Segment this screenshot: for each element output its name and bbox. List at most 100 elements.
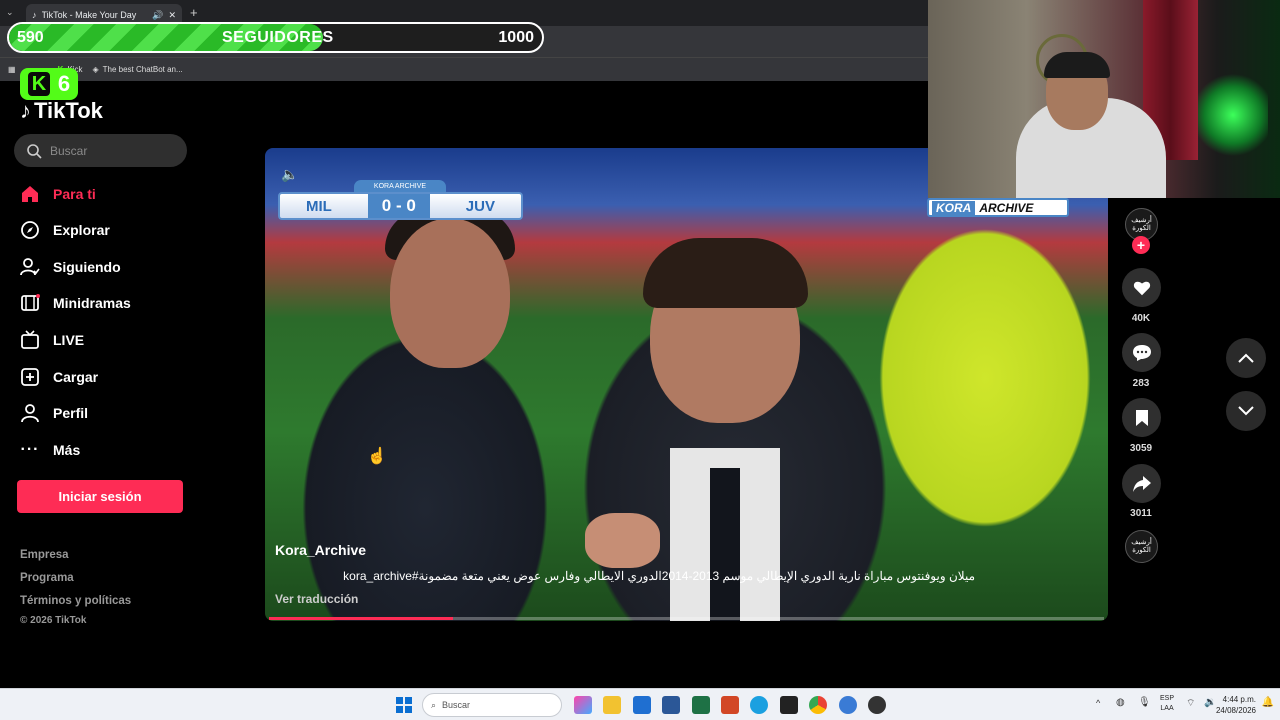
save-button[interactable] xyxy=(1122,398,1161,437)
user-follow-icon xyxy=(20,257,40,277)
comment-count: 283 xyxy=(1132,378,1150,389)
edge-app-icon[interactable] xyxy=(750,696,768,714)
video-frame-shape xyxy=(643,238,808,308)
tab-audio-icon[interactable]: 🔊 xyxy=(152,10,163,21)
tiktok-note-icon: ♪ xyxy=(20,98,31,123)
mouse-cursor-icon: ☝ xyxy=(367,448,387,465)
bookmark-chatbot[interactable]: ◈ The best ChatBot an... xyxy=(92,65,182,74)
tab-close-icon[interactable]: ✕ xyxy=(168,10,176,21)
footer-link-terminos[interactable]: Términos y políticas xyxy=(20,595,131,607)
search-box[interactable] xyxy=(14,134,187,167)
kick-logo-icon: K xyxy=(27,72,50,96)
followers-goal-bar: 590 SEGUIDORES 1000 xyxy=(7,22,544,53)
tiktok-favicon-icon: ♪ xyxy=(32,10,37,20)
nav-label: Perfil xyxy=(53,405,89,421)
share-count: 3011 xyxy=(1130,508,1152,519)
follow-plus-button[interactable]: + xyxy=(1132,236,1150,254)
network-icon[interactable]: ⌔ xyxy=(1186,697,1195,710)
windows-taskbar: ⌕ Buscar ^ ◍ 🎙 ESP LAA ⌔ 🔉 4:44 p.m. 24/… xyxy=(0,688,1280,720)
nav-label: Cargar xyxy=(53,369,99,385)
footer-link-empresa[interactable]: Empresa xyxy=(20,549,69,561)
nav-perfil[interactable]: Perfil xyxy=(20,401,200,425)
video-author[interactable]: Kora_Archive xyxy=(275,542,366,558)
followers-goal: 1000 xyxy=(498,29,534,46)
upload-plus-icon xyxy=(20,367,40,387)
capcut-app-icon[interactable] xyxy=(780,696,798,714)
video-frame-shape xyxy=(585,513,660,568)
keyboard-language[interactable]: ESP LAA xyxy=(1160,694,1174,714)
video-frame-shape xyxy=(710,468,740,621)
kick-badge: K 6 xyxy=(20,68,78,100)
powerpoint-app-icon[interactable] xyxy=(721,696,739,714)
speaker-icon[interactable]: 🔉 xyxy=(1204,697,1216,708)
search-input[interactable] xyxy=(50,143,170,158)
notifications-bell-icon[interactable]: 🔔 xyxy=(1262,697,1274,708)
translate-link[interactable]: Ver traducción xyxy=(275,592,358,606)
previous-video-button[interactable] xyxy=(1226,338,1266,378)
microphone-icon[interactable]: 🎙 xyxy=(1138,697,1151,708)
nav-explorar[interactable]: Explorar xyxy=(20,218,200,242)
bookmark-icon xyxy=(1135,409,1148,426)
next-video-button[interactable] xyxy=(1226,391,1266,431)
nav-label: Siguiendo xyxy=(53,259,121,275)
followers-label: SEGUIDORES xyxy=(222,29,334,46)
avatar-text: أرشيف الكورة xyxy=(1131,538,1152,554)
nav-mas[interactable]: ··· Más xyxy=(20,438,200,462)
search-icon: ⌕ xyxy=(431,699,437,710)
excel-app-icon[interactable] xyxy=(692,696,710,714)
nav-live[interactable]: LIVE xyxy=(20,328,200,352)
webcam-frame-shape xyxy=(1198,70,1268,160)
chevron-down-icon xyxy=(1238,406,1254,416)
obs-app-icon[interactable] xyxy=(868,696,886,714)
tab-title: TikTok - Make Your Day xyxy=(41,10,137,20)
nav-siguiendo[interactable]: Siguiendo xyxy=(20,255,200,279)
taskbar-search-placeholder: Buscar xyxy=(442,700,471,710)
lang-top: ESP xyxy=(1160,695,1175,702)
tiktok-logo[interactable]: ♪ TikTok xyxy=(20,98,103,124)
video-progress-bar[interactable] xyxy=(269,617,1104,620)
video-player[interactable]: 🔈 KORA ARCHIVE MIL 0 - 0 JUV ☝ Kora_Arch… xyxy=(265,148,1108,621)
file-explorer-icon[interactable] xyxy=(603,696,621,714)
apps-grid-icon[interactable]: ▦ xyxy=(8,65,16,74)
match-score: 0 - 0 xyxy=(367,194,430,218)
share-arrow-icon xyxy=(1132,475,1151,492)
nav-cargar[interactable]: Cargar xyxy=(20,365,200,389)
save-count: 3059 xyxy=(1129,443,1153,454)
taskbar-search[interactable]: ⌕ Buscar xyxy=(422,693,562,717)
nav-para-ti[interactable]: Para ti xyxy=(20,182,200,206)
like-button[interactable] xyxy=(1122,268,1161,307)
heart-icon xyxy=(1133,281,1150,295)
nav-minidramas[interactable]: Minidramas xyxy=(20,291,200,315)
search-icon xyxy=(27,143,42,159)
nav-label: Minidramas xyxy=(53,295,131,311)
tab-list-chevron-icon[interactable]: ⌄ xyxy=(6,7,14,18)
store-app-icon[interactable] xyxy=(633,696,651,714)
bookmark-label: The best ChatBot an... xyxy=(102,65,183,74)
tray-app-icon[interactable]: ◍ xyxy=(1116,697,1125,708)
copilot-app-icon[interactable] xyxy=(574,696,592,714)
lang-bottom: LAA xyxy=(1160,705,1174,712)
like-count: 40K xyxy=(1131,313,1151,324)
chrome-app-icon[interactable] xyxy=(809,696,827,714)
kick-badge-number: 6 xyxy=(57,71,71,96)
comment-icon xyxy=(1132,344,1151,361)
person-icon xyxy=(20,403,40,423)
login-button[interactable]: Iniciar sesión xyxy=(17,480,183,513)
share-button[interactable] xyxy=(1122,464,1161,503)
film-icon xyxy=(20,293,40,313)
webcam-frame-shape xyxy=(1044,52,1110,78)
taskbar-clock[interactable]: 4:44 p.m. 24/08/2026 xyxy=(1216,694,1256,716)
followers-current: 590 xyxy=(17,29,44,46)
chatbot-favicon-icon: ◈ xyxy=(92,65,99,74)
footer-link-programa[interactable]: Programa xyxy=(20,572,74,584)
bookmarks-bar: ▦ KKick ◈The best ChatBot an... xyxy=(0,57,928,81)
tray-chevron-up-icon[interactable]: ^ xyxy=(1096,698,1100,708)
word-app-icon[interactable] xyxy=(662,696,680,714)
clock-date: 24/08/2026 xyxy=(1215,706,1256,715)
new-tab-plus-icon[interactable]: + xyxy=(190,5,198,20)
windows-start-icon[interactable] xyxy=(396,697,412,713)
live-tv-icon xyxy=(20,330,40,350)
steam-app-icon[interactable] xyxy=(839,696,857,714)
comment-button[interactable] xyxy=(1122,333,1161,372)
music-disc-avatar[interactable]: أرشيف الكورة xyxy=(1125,530,1158,563)
